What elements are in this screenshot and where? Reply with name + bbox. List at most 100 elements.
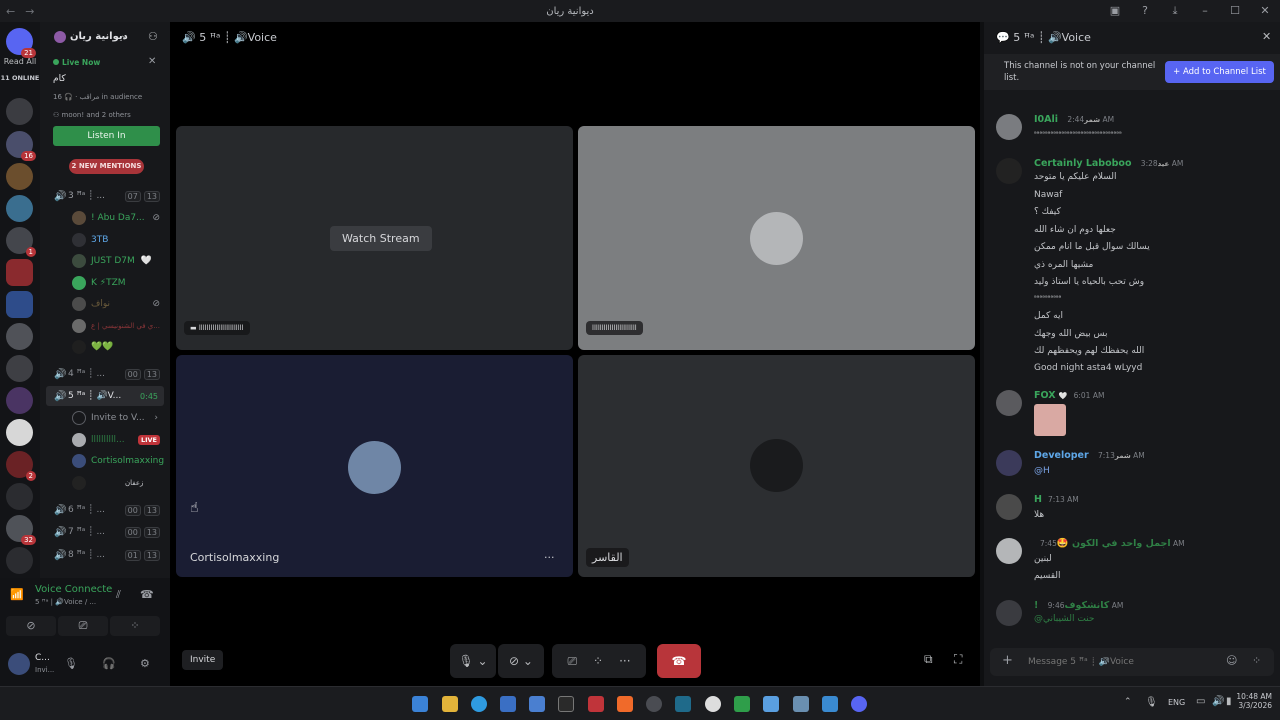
voice-member[interactable]: 3TB [40,230,170,250]
server-icon[interactable] [6,98,33,125]
microphone-icon[interactable]: 🎙 [64,657,78,670]
activities-icon[interactable]: ⁘ [593,654,603,668]
voice-channel-5[interactable]: 🔊 5 ꟸᵃ ┊ 🔊V... 0:45 [46,386,164,406]
server-icon[interactable] [6,387,33,414]
app-icon[interactable] [763,696,779,712]
fullscreen-icon[interactable]: ⛶ [954,652,962,667]
server-icon[interactable] [6,195,33,222]
start-icon[interactable] [412,696,428,712]
participant-tile[interactable]: Cortisolmaxxing ··· [176,355,573,577]
voice-channel-7[interactable]: 🔊 7 ꟸᵃ ┊ ... 00 13 [40,522,170,542]
language-indicator[interactable]: ENG [1168,698,1185,707]
microphone-tray-icon[interactable]: 🎙 [1145,697,1158,708]
invite-button[interactable]: Invite [182,650,224,670]
app-icon[interactable] [822,696,838,712]
disconnect-button[interactable]: ☎ [657,644,701,678]
screen-share-icon[interactable]: ⎚ [567,654,577,669]
maximize-button[interactable]: ☐ [1220,4,1250,18]
minimize-button[interactable]: – [1190,4,1220,18]
voice-member[interactable]: 💚💚 [40,337,170,357]
chrome-icon[interactable] [646,696,662,712]
username[interactable]: C... [35,653,50,663]
disconnect-icon[interactable]: ☎ [140,588,154,601]
server-icon[interactable]: 32 [6,515,36,545]
help-icon[interactable]: ? [1130,4,1160,18]
invite-to-voice[interactable]: Invite to V... › [40,408,170,428]
apps-icon[interactable]: ⁘ [1252,654,1261,667]
read-all-button[interactable]: Read All [0,57,40,66]
noise-suppression-icon[interactable]: ⫽ [116,588,121,602]
camera-button[interactable]: ⊘ ⌄ [498,644,544,678]
forward-icon[interactable]: → [25,5,34,18]
app-icon[interactable] [793,696,809,712]
app-icon[interactable] [675,696,691,712]
server-icon[interactable]: 16 [6,131,36,161]
emoji-icon[interactable]: ☺ [1226,654,1237,667]
clock[interactable]: 10:48 AM 3/3/2026 [1232,692,1272,710]
battery-icon[interactable]: ▮ [1226,696,1232,707]
xbox-icon[interactable] [734,696,750,712]
server-icon[interactable] [6,163,33,190]
voice-channel-link[interactable]: 5 ꟸᵃ | 🔊Voice / ... [35,598,96,606]
voice-member[interactable]: زعفان [40,473,170,493]
voice-member[interactable]: ! Abu Da7... ⊘ [40,208,170,228]
new-mentions-badge[interactable]: 2 NEW MENTIONS [69,159,144,174]
chevron-up-icon[interactable]: ⌃ [1124,697,1132,707]
sticker-image[interactable] [1034,404,1066,436]
server-icon[interactable] [6,323,33,350]
screen-share-button[interactable]: ⎚ [58,616,108,636]
close-icon[interactable]: ✕ [1262,30,1271,43]
app-icon[interactable] [588,696,604,712]
add-member-icon[interactable]: ⚇ [148,30,158,43]
server-icon[interactable]: 1 [6,227,36,257]
voice-member[interactable]: نواف ⊘ [40,294,170,314]
microphone-button[interactable]: 🎙 ⌄ [450,644,496,678]
server-icon[interactable] [6,419,33,446]
server-icon[interactable] [6,291,33,318]
server-icon[interactable]: 2 [6,451,36,481]
stream-tile[interactable]: Watch Stream ▬ lllllllllllllllllllllll [176,126,573,350]
server-icon[interactable] [6,355,33,382]
watch-stream-button[interactable]: Watch Stream [330,226,432,251]
voice-channel-4[interactable]: 🔊 4 ꟸᵃ ┊ ... 00 13 [40,364,170,384]
participant-tile[interactable]: القاسر [578,355,975,577]
server-icon[interactable] [6,259,33,286]
settings-gear-icon[interactable]: ⚙ [140,657,150,670]
participant-tile[interactable]: lllllllllllllllllllllll [578,126,975,350]
add-to-channel-list-button[interactable]: + Add to Channel List [1165,61,1274,83]
back-icon[interactable]: ← [6,5,15,18]
download-icon[interactable]: ⤓ [1160,4,1190,18]
direct-messages-icon[interactable]: 21 [6,28,36,58]
inbox-icon[interactable]: ▣ [1100,4,1130,18]
voice-member[interactable]: K ⚡TZM [40,273,170,293]
close-icon[interactable]: ✕ [148,56,156,67]
voice-member[interactable]: llllllllll... LIVE [40,430,170,450]
terminal-icon[interactable] [558,696,574,712]
volume-icon[interactable]: 🔊 [1212,696,1224,707]
camera-off-button[interactable]: ⊘ [6,616,56,636]
file-explorer-icon[interactable] [442,696,458,712]
more-options-icon[interactable]: ··· [544,551,555,564]
more-icon[interactable]: ··· [619,654,630,668]
voice-member[interactable]: Cortisolmaxxing [40,451,170,471]
voice-member[interactable]: ي في الشنونيسي | ع... [40,316,170,336]
server-icon[interactable] [6,483,33,510]
app-icon[interactable] [705,696,721,712]
add-attachment-icon[interactable]: + [1002,653,1013,668]
popout-icon[interactable]: ⧉ [924,652,933,667]
network-icon[interactable]: ▭ [1196,696,1205,707]
avatar[interactable] [8,653,30,675]
edge-icon[interactable] [471,696,487,712]
voice-channel-8[interactable]: 🔊 8 ꟸᵃ ┊ ... 01 13 [40,545,170,565]
voice-channel-3[interactable]: 🔊 3 ꟸᵃ ┊ ... 07 13 [40,186,170,206]
voice-member[interactable]: JUST D7M 🤍 [40,251,170,271]
brave-icon[interactable] [617,696,633,712]
store-icon[interactable] [500,696,516,712]
chevron-down-icon[interactable]: ⌄ [120,30,128,41]
headphones-icon[interactable]: 🎧 [102,657,116,670]
message-input[interactable] [1028,652,1218,672]
discord-icon[interactable] [851,696,867,712]
app-icon[interactable] [529,696,545,712]
voice-channel-6[interactable]: 🔊 6 ꟸᵃ ┊ ... 00 13 [40,500,170,520]
listen-in-button[interactable]: Listen In [53,126,160,146]
